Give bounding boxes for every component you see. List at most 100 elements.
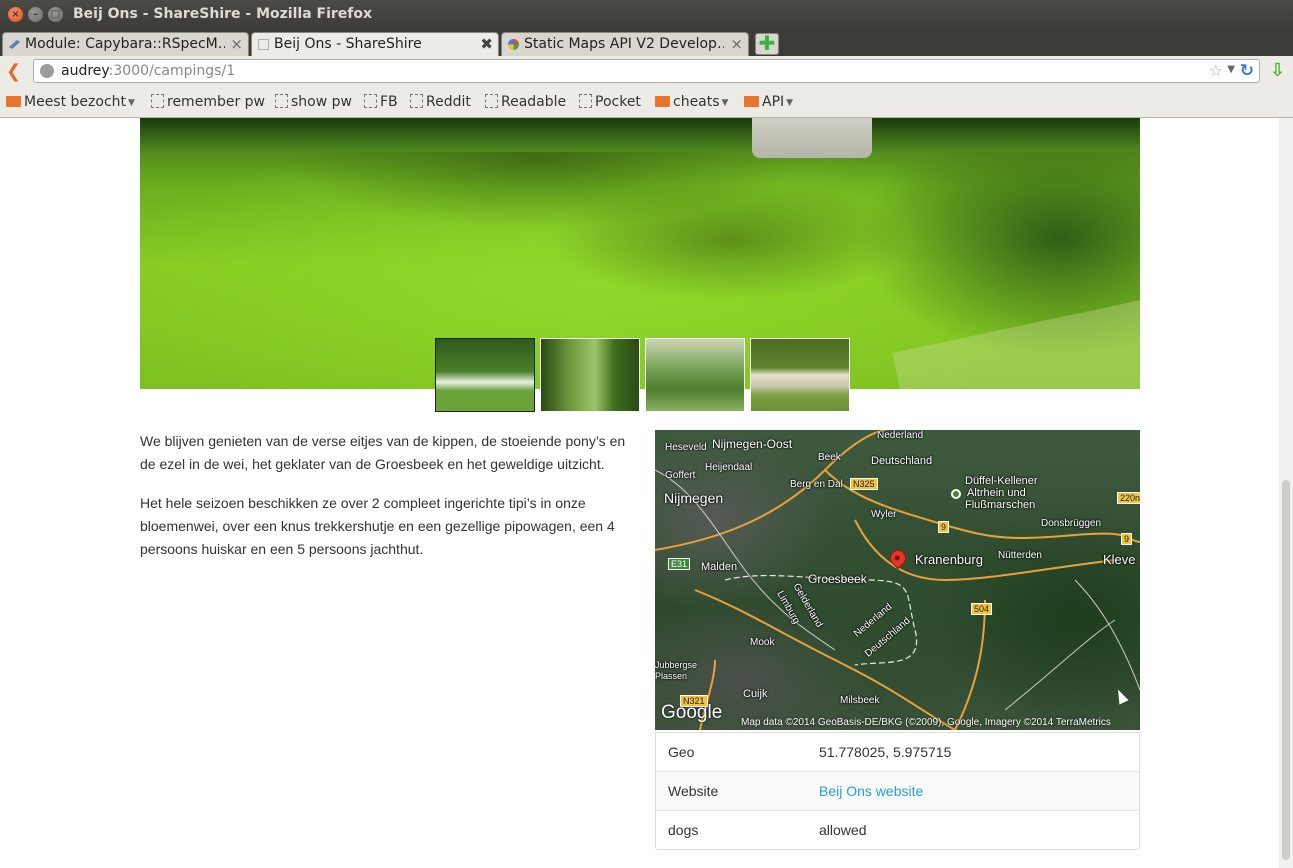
tab-static-maps[interactable]: Static Maps API V2 Develop… ×	[501, 32, 749, 56]
info-key: Geo	[668, 744, 695, 760]
blank-page-icon	[579, 94, 592, 108]
bookmark-readable[interactable]: Readable	[485, 94, 566, 110]
bookmark-fb[interactable]: FB	[364, 94, 398, 110]
tab-label: Beij Ons - ShareShire	[274, 36, 422, 52]
map-label: Donsbrüggen	[1041, 518, 1102, 529]
window-minimize-icon[interactable]: –	[28, 7, 43, 22]
map-label: Milsbeek	[840, 695, 880, 706]
bookmarks-toolbar: Meest bezocht ▼ remember pw show pw FB Re…	[0, 88, 1293, 118]
road-shield: E31	[668, 558, 691, 570]
map-label: Heseveld	[665, 442, 707, 453]
page-viewport: We blijven genieten van de verse eitjes …	[0, 118, 1279, 868]
url-text[interactable]: audrey:3000/campings/1	[61, 63, 235, 79]
bookmark-remember-pw[interactable]: remember pw	[151, 94, 265, 110]
road-shield: 9	[1121, 533, 1133, 545]
road-shield: 220n	[1117, 492, 1140, 504]
camping-info-table: Geo 51.778025, 5.975715 Website Beij Ons…	[655, 732, 1140, 850]
tab-beij-ons[interactable]: Beij Ons - ShareShire ✖	[251, 32, 499, 56]
map-label: Goffert	[665, 470, 696, 481]
chevron-down-icon: ▼	[128, 98, 135, 108]
url-bar[interactable]: audrey:3000/campings/1 ☆ ▼ ↻	[33, 59, 1260, 83]
thumbnail-4[interactable]	[750, 338, 850, 412]
bookmark-folder-api[interactable]: API ▼	[744, 94, 793, 110]
map-label: Kleve	[1103, 552, 1136, 567]
description-paragraph: We blijven genieten van de verse eitjes …	[140, 433, 626, 472]
thumbnail-3[interactable]	[645, 338, 745, 412]
map-label: Cuijk	[743, 688, 768, 700]
info-value: 51.778025, 5.975715	[819, 744, 952, 760]
bookmark-pocket[interactable]: Pocket	[579, 94, 641, 110]
road-shield: 504	[971, 603, 993, 615]
scrollbar-thumb[interactable]	[1282, 480, 1290, 860]
map-label: Nijmegen	[664, 490, 724, 506]
blank-page-icon	[485, 94, 498, 108]
download-arrow-icon[interactable]: ⇩	[1270, 60, 1285, 81]
tab-close-icon[interactable]: ×	[230, 35, 243, 53]
folder-icon	[655, 96, 670, 107]
window-close-icon[interactable]: ×	[8, 7, 23, 22]
map-label: Flußmarschen	[965, 499, 1036, 511]
info-value: Beij Ons website	[819, 783, 923, 799]
reload-icon[interactable]: ↻	[1240, 61, 1254, 81]
bookmark-star-icon[interactable]: ☆	[1209, 61, 1223, 80]
blank-page-icon	[275, 94, 288, 108]
tab-capybara[interactable]: Module: Capybara::RSpecM… ×	[2, 32, 249, 56]
map-label: Jubbergse	[655, 660, 698, 670]
chevron-down-icon: ▼	[786, 98, 794, 108]
map-label: Düffel-Kellener	[965, 475, 1038, 487]
window-title: Beij Ons - ShareShire - Mozilla Firefox	[73, 6, 373, 22]
table-row: dogs allowed	[656, 810, 1139, 849]
thumbnail-1[interactable]	[435, 338, 535, 412]
history-dropdown-icon[interactable]: ▼	[1227, 64, 1235, 75]
info-value: allowed	[819, 822, 867, 838]
back-arrow-icon[interactable]: ❮	[6, 61, 21, 82]
map-label: Mook	[750, 637, 775, 648]
table-row: Geo 51.778025, 5.975715	[656, 733, 1139, 771]
blank-page-icon	[410, 94, 423, 108]
static-map[interactable]: Heseveld Nijmegen-Oost Nederland Heijend…	[655, 430, 1140, 730]
map-attribution: Map data ©2014 GeoBasis-DE/BKG (©2009), …	[741, 717, 1111, 728]
capybara-icon	[9, 40, 20, 49]
bookmark-label: cheats	[673, 94, 720, 110]
bookmark-label: remember pw	[167, 94, 265, 110]
navigation-bar: ❮ audrey:3000/campings/1 ☆ ▼ ↻ ⇩	[0, 56, 1293, 88]
info-key: Website	[668, 783, 719, 799]
bookmark-show-pw[interactable]: show pw	[275, 94, 352, 110]
park-marker-icon	[951, 489, 961, 499]
map-label: Altrhein und	[967, 487, 1026, 499]
blank-page-icon	[364, 94, 377, 108]
tab-close-icon[interactable]: ×	[730, 35, 743, 53]
table-row: Website Beij Ons website	[656, 771, 1139, 810]
window-maximize-icon[interactable]: □	[48, 7, 63, 22]
map-label: Nütterden	[998, 550, 1042, 561]
bookmark-label: FB	[380, 94, 398, 110]
map-label: Groesbeek	[808, 572, 867, 586]
blank-page-icon	[258, 39, 269, 50]
new-tab-button[interactable]: ✚	[755, 33, 779, 55]
map-label: Heijendaal	[705, 462, 753, 473]
tab-close-icon[interactable]: ✖	[480, 35, 493, 53]
bookmark-label: show pw	[291, 94, 352, 110]
bookmark-reddit[interactable]: Reddit	[410, 94, 471, 110]
window-titlebar: × – □ Beij Ons - ShareShire - Mozilla Fi…	[0, 0, 1293, 30]
hero-caravan	[752, 118, 872, 158]
tab-label: Static Maps API V2 Develop…	[524, 36, 724, 52]
url-host: audrey	[61, 63, 109, 79]
website-link[interactable]: Beij Ons website	[819, 783, 923, 799]
bookmark-label: Pocket	[595, 94, 641, 110]
bookmark-folder-cheats[interactable]: cheats ▼	[655, 94, 728, 110]
map-label: Plassen	[655, 671, 688, 681]
road-shield: N325	[850, 478, 878, 490]
camping-description: We blijven genieten van de verse eitjes …	[140, 430, 630, 577]
map-roads	[655, 430, 1140, 730]
blank-page-icon	[151, 94, 164, 108]
map-label: Kranenburg	[915, 552, 983, 567]
bookmark-label: API	[762, 94, 785, 110]
bookmark-most-visited[interactable]: Meest bezocht ▼	[6, 94, 135, 110]
google-logo: Google	[661, 702, 723, 723]
thumbnail-2[interactable]	[540, 338, 640, 412]
globe-icon	[40, 64, 54, 78]
map-label: Berg en Dal	[790, 479, 843, 490]
most-visited-icon	[6, 96, 21, 107]
bookmark-label: Reddit	[426, 94, 471, 110]
